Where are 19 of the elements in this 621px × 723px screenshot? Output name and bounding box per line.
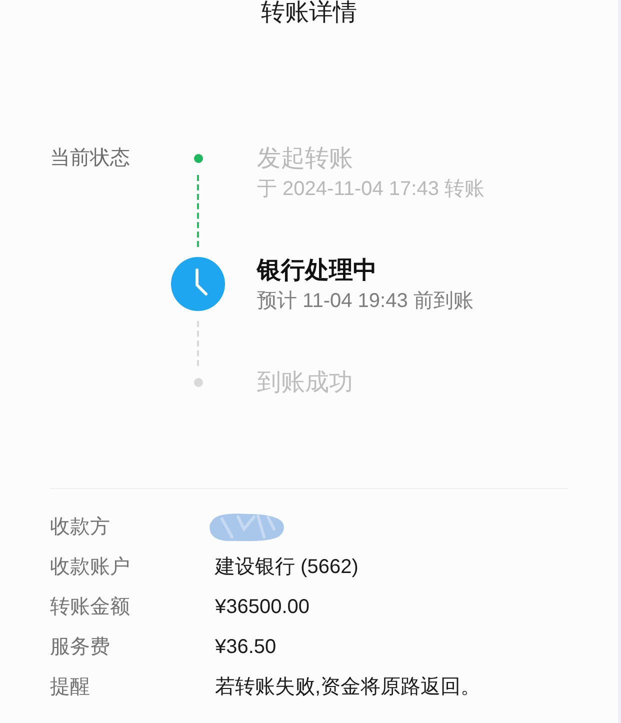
page-title: 转账详情: [261, 0, 357, 26]
step-subtitle: 预计 11-04 19:43 前到账: [257, 289, 474, 313]
detail-value: 建设银行 (5662): [215, 555, 358, 580]
detail-value: ¥36500.00: [215, 595, 310, 620]
step-subtitle: 于 2024-11-04 17:43 转账: [257, 177, 485, 201]
timeline-connector: [197, 175, 199, 247]
detail-label: 服务费: [50, 635, 110, 660]
timeline-connector: [197, 321, 199, 366]
step-title: 银行处理中: [257, 257, 377, 284]
detail-value: 若转账失败,资金将原路返回。: [215, 675, 481, 700]
step-title: 发起转账: [257, 145, 353, 172]
detail-label: 收款方: [50, 515, 110, 540]
status-label: 当前状态: [50, 146, 130, 171]
scribble-icon: [208, 511, 286, 543]
detail-label: 收款账户: [50, 555, 130, 580]
detail-value: ¥36.50: [215, 635, 276, 660]
detail-label: 转账金额: [50, 595, 130, 620]
detail-label: 提醒: [50, 675, 90, 700]
step-title: 到账成功: [257, 369, 353, 396]
